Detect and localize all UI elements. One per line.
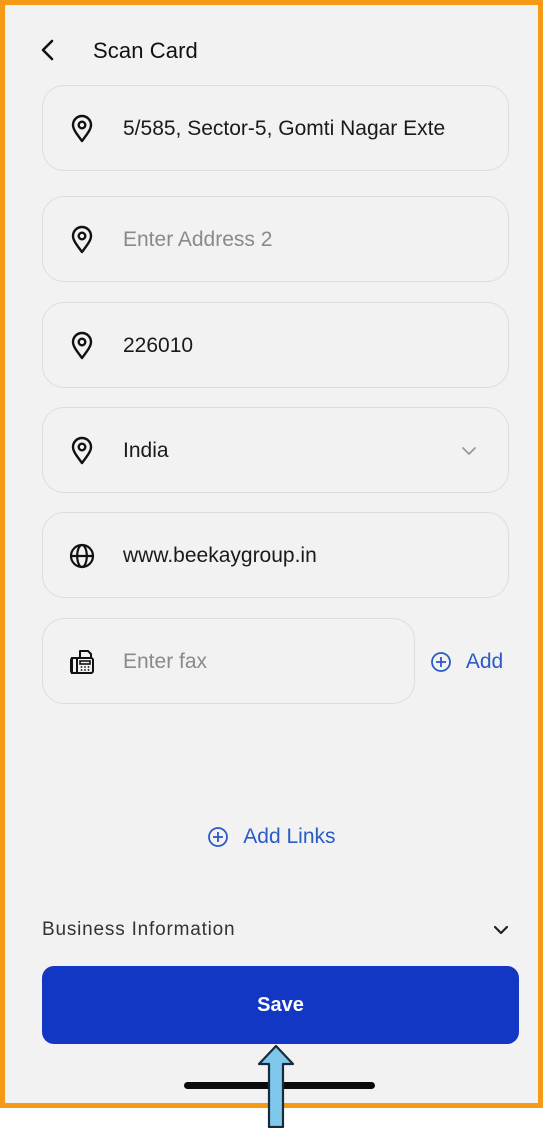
fax-field[interactable]: Enter fax [42,618,415,704]
chevron-down-icon [462,447,476,455]
address1-field[interactable]: 5/585, Sector-5, Gomti Nagar Exte [42,85,509,171]
business-information-toggle[interactable]: Business Information [42,915,512,945]
country-value: India [123,439,169,462]
app-frame: Scan Card 5/585, Sector-5, Gomti Nagar E… [0,0,543,1108]
country-select[interactable]: India [42,407,509,493]
add-links-label: Add Links [243,825,336,848]
add-links-button[interactable]: Add Links [5,822,538,852]
address1-value: 5/585, Sector-5, Gomti Nagar Exte [123,117,446,140]
location-pin-icon [71,436,93,465]
pincode-value: 226010 [123,334,194,357]
header: Scan Card [5,5,538,85]
plus-circle-icon [208,827,229,848]
address2-field[interactable]: Enter Address 2 [42,196,509,282]
location-pin-icon [71,225,93,254]
save-button[interactable]: Save [42,966,519,1044]
back-icon[interactable] [37,37,59,63]
up-arrow-annotation [257,1044,295,1128]
website-field[interactable]: www.beekaygroup.in [42,512,509,598]
business-information-label: Business Information [42,919,236,940]
chevron-down-icon [493,925,509,935]
add-label: Add [465,650,504,673]
plus-circle-icon [431,652,451,673]
add-fax-button[interactable]: Add [430,647,503,677]
location-pin-icon [71,114,93,143]
fax-placeholder: Enter fax [123,650,208,673]
website-value: www.beekaygroup.in [123,544,317,567]
pincode-field[interactable]: 226010 [42,302,509,388]
location-pin-icon [71,331,93,360]
globe-icon [69,543,95,569]
address2-placeholder: Enter Address 2 [123,228,273,251]
fax-icon [70,650,94,674]
page-title: Scan Card [93,38,198,63]
